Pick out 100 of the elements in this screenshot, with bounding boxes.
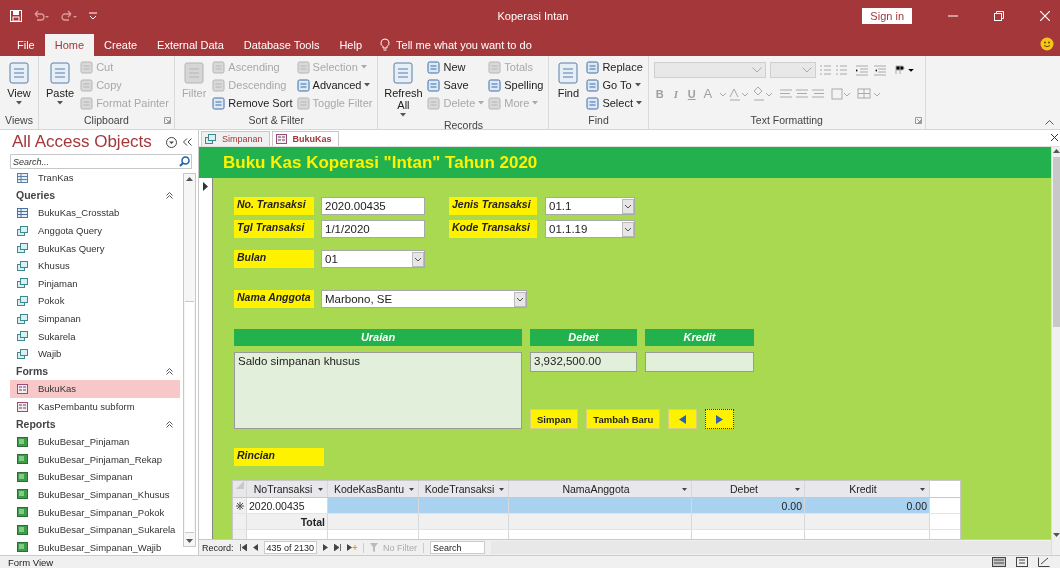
navigation-item[interactable]: KasPembantu subform [10,397,180,416]
text-area[interactable]: Saldo simpanan khusus [234,352,522,429]
scrollbar[interactable] [183,173,196,547]
search-field[interactable]: Search... [10,154,192,169]
navigation-item[interactable]: BukuBesar_Simpanan_Khusus [10,485,180,504]
next-record-button[interactable] [705,409,735,429]
navigation-section-header[interactable]: Forms [16,365,49,378]
navigation-item[interactable]: BukuBesar_Simpanan_Sukarela [10,520,180,539]
caret-icon[interactable] [318,488,323,491]
sign-in-button[interactable]: Sign in [862,8,912,24]
text-field[interactable] [645,352,754,372]
ribbon-button[interactable]: Refresh All [383,59,424,119]
document-tab[interactable]: Simpanan [201,131,270,146]
scroll-up-icon[interactable] [186,177,193,181]
column-header[interactable]: KodeKasBantu [328,481,419,497]
collapse-section-icon[interactable] [166,367,173,375]
row-selector[interactable] [233,498,247,513]
redo-icon[interactable] [60,10,78,22]
combo-box[interactable]: 01.1.19 [545,220,635,238]
ribbon-button[interactable]: Select [586,95,643,111]
tell-me-field[interactable]: Tell me what you want to do [396,39,532,56]
text-field[interactable]: 3,932,500.00 [530,352,637,372]
menu-tab[interactable]: Help [329,34,372,56]
navigation-item[interactable]: TranKas [10,169,180,187]
scroll-up-icon[interactable] [1052,149,1060,153]
scrollbar[interactable] [1051,147,1060,555]
navigation-pane-title[interactable]: All Access Objects [12,132,160,152]
navigation-item[interactable]: BukuBesar_Pinjaman_Rekap [10,450,180,469]
ribbon-button[interactable]: Find [554,59,583,101]
collapse-section-icon[interactable] [166,191,173,199]
navigation-item[interactable]: BukuBesar_Simpanan_Wajib [10,538,180,555]
ribbon-button[interactable]: Advanced [296,77,373,93]
undo-icon[interactable] [32,10,50,22]
caret-icon[interactable] [409,488,414,491]
navigation-item[interactable]: BukuKas [10,380,180,398]
text-field[interactable]: 1/1/2020 [321,220,425,238]
scroll-down-icon[interactable] [1052,533,1060,537]
new-record-icon[interactable] [347,544,358,551]
design-view-icon[interactable] [1038,557,1050,567]
collapse-ribbon-icon[interactable] [1045,120,1054,125]
next-record-icon[interactable] [323,544,329,551]
navigation-item[interactable]: BukuKas Query [10,239,180,257]
menu-tab[interactable]: Home [44,34,95,56]
navigation-item[interactable]: Simpanan [10,309,180,328]
menu-tab[interactable]: File [7,34,45,56]
caret-icon[interactable] [682,488,687,491]
navigation-item[interactable]: Sukarela [10,327,180,345]
combo-box[interactable]: Marbono, SE [321,290,527,308]
navigation-item[interactable]: Pinjaman [10,274,180,293]
ribbon-button[interactable]: Remove Sort [212,95,293,111]
collapse-section-icon[interactable] [166,420,173,428]
close-icon[interactable] [1051,134,1058,141]
ribbon-button[interactable]: Paste [44,59,77,107]
navigation-item[interactable]: Anggota Query [10,221,180,240]
dialog-launcher-icon[interactable] [914,117,922,124]
navigation-item[interactable]: BukuKas_Crosstab [10,204,180,222]
dropdown-circle-icon[interactable] [166,136,177,148]
previous-record-button[interactable] [668,409,698,429]
navigation-item[interactable]: Wajib [10,344,180,363]
combo-box[interactable]: 01 [321,250,425,268]
restore-icon[interactable] [994,11,1004,21]
menu-tab[interactable]: Create [94,34,148,56]
previous-record-icon[interactable] [252,544,258,551]
navigation-section-header[interactable]: Reports [16,418,56,431]
collapse-pane-icon[interactable] [183,138,192,146]
form-view-icon[interactable] [992,557,1006,567]
form-button[interactable]: Tambah Baru [586,409,661,429]
record-selector[interactable] [199,178,213,539]
first-record-icon[interactable] [239,544,247,551]
column-header[interactable]: NamaAnggota [509,481,692,497]
ribbon-button[interactable]: Replace [586,59,643,75]
ribbon-button[interactable]: New [427,59,485,75]
layout-view-icon[interactable] [1016,557,1028,567]
ribbon-button[interactable]: Save [427,77,485,93]
text-field[interactable]: 2020.00435 [321,197,425,215]
horizontal-scrollbar[interactable] [491,541,1051,554]
navigation-item[interactable]: BukuBesar_Pinjaman [10,432,180,451]
combo-box[interactable]: 01.1 [545,197,635,215]
caret-icon[interactable] [499,488,504,491]
navigation-item[interactable]: BukuBesar_Simpanan_Pokok [10,503,180,521]
search-icon[interactable] [179,156,190,167]
ribbon-button[interactable]: Spelling [488,77,544,93]
navigation-item[interactable]: Pokok [10,292,180,310]
caret-icon[interactable] [795,488,800,491]
ribbon-button[interactable]: View [5,59,33,107]
column-header[interactable]: NoTransaksi [247,481,328,497]
customize-caret-icon[interactable] [88,11,98,21]
menu-tab[interactable]: External Data [147,34,234,56]
navigation-item[interactable]: BukuBesar_Simpanan [10,468,180,486]
select-all-cell[interactable] [233,481,247,497]
search-field[interactable]: Search [430,541,486,554]
document-tab[interactable]: BukuKas [271,131,339,146]
navigation-section-header[interactable]: Queries [16,189,56,202]
menu-tab[interactable]: Database Tools [233,34,330,56]
last-record-icon[interactable] [334,544,342,551]
current-record-field[interactable]: 435 of 2130 [263,541,318,554]
smiley-icon[interactable] [1040,37,1054,51]
scroll-down-icon[interactable] [186,539,193,543]
navigation-item[interactable]: Khusus [10,256,180,275]
ribbon-button[interactable]: Go To [586,77,643,93]
